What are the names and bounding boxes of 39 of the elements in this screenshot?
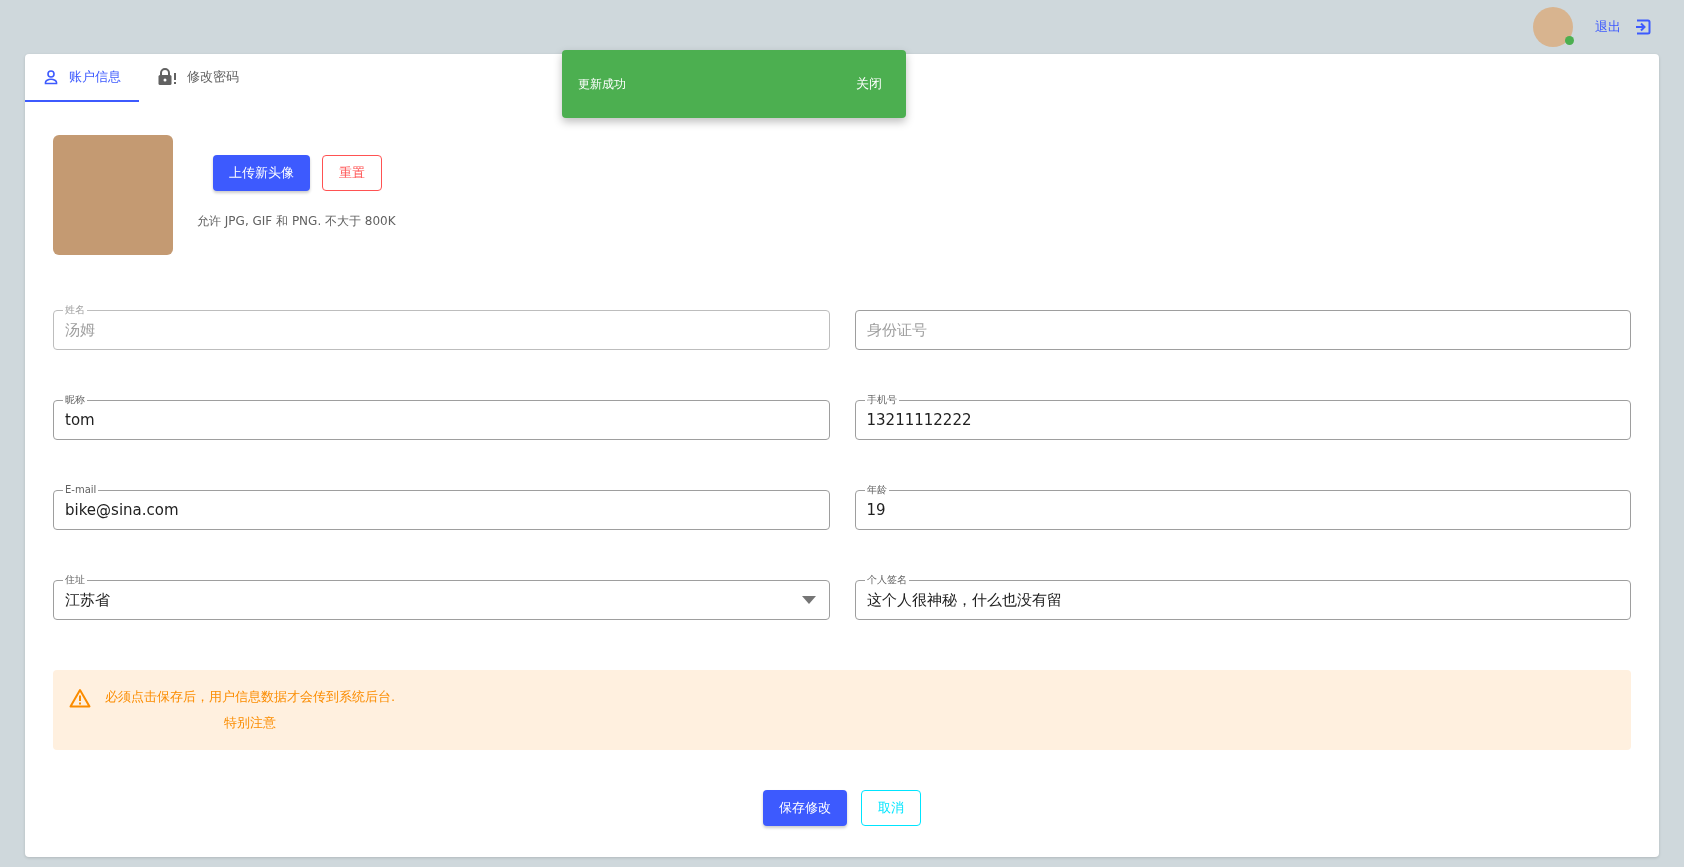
field-placeholder: 身份证号 <box>866 320 928 340</box>
snackbar-message: 更新成功 <box>578 75 626 93</box>
field-label: 年龄 <box>864 484 889 496</box>
close-button[interactable]: 关闭 <box>842 67 896 101</box>
warning-icon <box>69 688 91 708</box>
person-icon <box>43 69 59 85</box>
field-value: tom <box>65 411 96 429</box>
field-label: 昵称 <box>63 394 87 406</box>
lock-alert-icon <box>157 68 177 86</box>
field-value: 江苏省 <box>65 590 111 610</box>
field-label: E-mail <box>63 484 99 496</box>
input-field[interactable]: 住址 江苏省 <box>53 573 830 620</box>
save-button[interactable]: 保存修改 <box>763 790 847 826</box>
tab[interactable]: 账户信息 <box>25 54 139 102</box>
input-field[interactable]: 昵称 tom <box>53 393 830 440</box>
logout-icon[interactable] <box>1635 19 1651 35</box>
input-field[interactable]: 年龄 19 <box>854 483 1631 530</box>
input-field[interactable]: E-mail bike@sina.com <box>53 483 830 530</box>
reset-button[interactable]: 重置 <box>322 155 382 191</box>
upload-hint: 允许 JPG, GIF 和 PNG. 不大于 800K <box>197 213 396 230</box>
caret-icon <box>801 596 816 604</box>
field-value: 13211112222 <box>866 411 973 429</box>
field-label: 个人签名 <box>864 574 909 586</box>
input-field[interactable]: 个人签名 这个人很神秘，什么也没有留 <box>854 573 1631 620</box>
field-label: 住址 <box>63 574 87 586</box>
alert-message: 必须点击保存后，用户信息数据才会传到系统后台. <box>105 688 396 706</box>
field-value: 汤姆 <box>65 320 96 340</box>
field-label: 姓名 <box>63 304 87 316</box>
tab[interactable]: 修改密码 <box>139 54 257 102</box>
field-label: 手机号 <box>864 394 899 406</box>
field-value: 这个人很神秘，什么也没有留 <box>866 590 1063 610</box>
alert-note: 特别注意 <box>224 714 277 732</box>
logout-link[interactable]: 退出 <box>1595 18 1621 36</box>
input-field[interactable]: 身份证号 <box>854 303 1631 350</box>
field-value: bike@sina.com <box>65 501 180 519</box>
upload-avatar-button[interactable]: 上传新头像 <box>213 155 310 191</box>
field-value: 19 <box>866 501 887 519</box>
input-field[interactable]: 手机号 13211112222 <box>854 393 1631 440</box>
user-avatar[interactable] <box>1533 7 1573 47</box>
